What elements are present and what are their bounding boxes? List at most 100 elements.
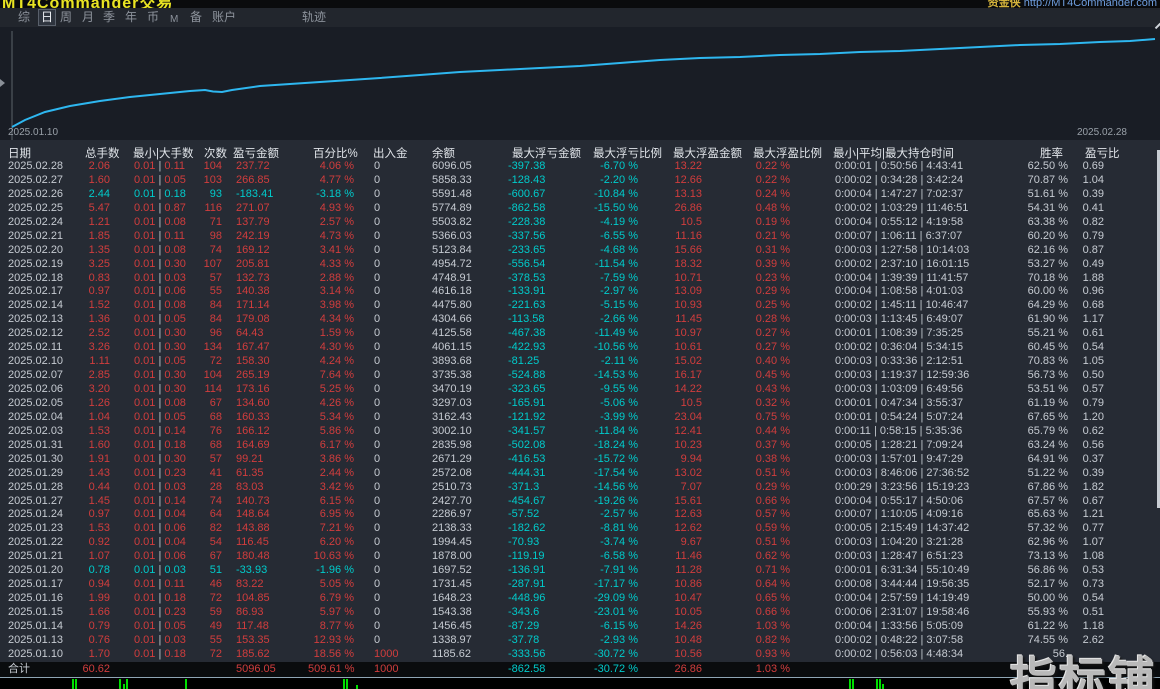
cell: 55.93 % xyxy=(1027,606,1068,618)
cell: 4.26 % xyxy=(319,396,354,409)
cell: 7.64 % xyxy=(319,369,354,382)
menu-item-4[interactable]: 月 xyxy=(82,10,94,25)
cell: 57 xyxy=(209,452,222,465)
cell: 0 xyxy=(374,438,381,451)
cell: 0:00:03 | 1:28:47 | 6:51:23 xyxy=(835,550,964,563)
table-row-12[interactable]: 2025.02.13 1.36 0.01 | 0.05 84 179.08 4.34 % 0… xyxy=(0,313,1160,327)
cell: 70.83 % xyxy=(1027,355,1068,368)
table-row-34[interactable]: 2025.01.14 0.79 0.01 | 0.05 49 117.48 8.77 % 0… xyxy=(0,620,1160,634)
cell: 合计 xyxy=(8,662,30,675)
table-row-4[interactable]: 2025.02.25 5.47 0.01 | 0.87 116 271.07 4.93 %… xyxy=(0,202,1160,216)
cell: 0.01 | 0.03 xyxy=(134,564,186,577)
table-row-9[interactable]: 2025.02.18 0.83 0.01 | 0.03 57 132.73 2.88 % 0… xyxy=(0,272,1160,286)
menu-item-6[interactable]: 年 xyxy=(125,10,137,25)
table-row-3[interactable]: 2025.02.26 2.44 0.01 | 0.18 93 -183.41 -3.18 … xyxy=(0,188,1160,202)
total-row[interactable]: 合计 60.62 5096.05 509.61 % 1000 -862.58 -30.72 … xyxy=(0,661,1160,677)
cell: 0.62 % xyxy=(755,550,790,563)
table-row-7[interactable]: 2025.02.20 1.35 0.01 | 0.08 74 169.12 3.41 % 0… xyxy=(0,244,1160,258)
cell: 74 xyxy=(209,243,222,256)
cell: 173.16 xyxy=(236,383,270,395)
table-row-1[interactable]: 2025.02.28 2.06 0.01 | 0.11 104 237.72 4.06 %… xyxy=(0,160,1160,174)
cell: 11.16 xyxy=(675,229,702,242)
cell: -19.26 % xyxy=(593,494,638,507)
cell: 15.66 xyxy=(674,243,702,256)
table-row-25[interactable]: 2025.01.27 1.45 0.01 | 0.14 74 140.73 6.15 % 0… xyxy=(0,495,1160,509)
table-row-31[interactable]: 2025.01.17 0.94 0.01 | 0.11 46 83.22 5.05 % 0 1… xyxy=(0,578,1160,592)
table-row-24[interactable]: 2025.01.28 0.44 0.01 | 0.03 28 83.03 3.42 % 0 2… xyxy=(0,481,1160,495)
cell: 12.41 xyxy=(674,424,702,437)
table-row-21[interactable]: 2025.01.31 1.60 0.01 | 0.18 68 164.69 6.17 % 0… xyxy=(0,439,1160,453)
cell: 0.49 xyxy=(1082,257,1104,270)
table-row-5[interactable]: 2025.02.24 1.21 0.01 | 0.08 71 137.79 2.57 % 0… xyxy=(0,216,1160,230)
menu-item-2[interactable]: 日 xyxy=(38,9,57,26)
table-row-20[interactable]: 2025.02.03 1.53 0.01 | 0.14 76 166.12 5.86 % 0… xyxy=(0,425,1160,439)
cell: 0.82 % xyxy=(755,633,790,646)
table-row-35[interactable]: 2025.01.13 0.76 0.01 | 0.03 55 153.35 12.93 %… xyxy=(0,634,1160,648)
cell: 0.01 | 0.08 xyxy=(134,243,186,256)
cell: 0 xyxy=(374,243,381,256)
cell: -337.56 xyxy=(508,229,546,242)
cell: 0.37 xyxy=(1082,452,1104,465)
cell: 0:00:07 | 1:06:11 | 6:37:07 xyxy=(835,229,963,242)
table-row-23[interactable]: 2025.01.29 1.43 0.01 | 0.23 41 61.35 2.44 % 0 2… xyxy=(0,467,1160,481)
cell: 55 xyxy=(209,285,222,298)
table-row-27[interactable]: 2025.01.23 1.53 0.01 | 0.06 82 143.88 7.21 % 0… xyxy=(0,522,1160,536)
table-row-16[interactable]: 2025.02.07 2.85 0.01 | 0.30 104 265.19 7.64 %… xyxy=(0,369,1160,383)
cell: 104 xyxy=(203,369,222,382)
table-row-22[interactable]: 2025.01.30 1.91 0.01 | 0.30 57 99.21 3.86 % 0 2… xyxy=(0,453,1160,467)
table-row-18[interactable]: 2025.02.05 1.26 0.01 | 0.08 67 134.60 4.26 % 0… xyxy=(0,397,1160,411)
cell: 0:00:03 | 1:03:09 | 6:49:56 xyxy=(835,383,964,395)
table-row-29[interactable]: 2025.01.21 1.07 0.01 | 0.06 67 180.48 10.63 %… xyxy=(0,550,1160,564)
cell: 104.85 xyxy=(236,592,270,605)
cell: 68 xyxy=(209,438,222,451)
cell: 0.01 | 0.30 xyxy=(134,341,186,354)
cell: -14.53 % xyxy=(593,369,638,382)
table-row-8[interactable]: 2025.02.19 3.25 0.01 | 0.30 107 205.81 4.33 %… xyxy=(0,258,1160,272)
table-row-33[interactable]: 2025.01.15 1.66 0.01 | 0.23 59 86.93 5.97 % 0 1… xyxy=(0,606,1160,620)
table-row-11[interactable]: 2025.02.14 1.52 0.01 | 0.08 84 171.14 3.98 % 0… xyxy=(0,299,1160,313)
cell: 6.79 % xyxy=(319,592,354,605)
menu-item-8[interactable]: M xyxy=(170,12,178,27)
cell: -113.58 xyxy=(508,313,545,326)
menu-item-11[interactable]: 轨迹 xyxy=(302,10,326,25)
cell: 1731.45 xyxy=(432,578,472,591)
table-row-26[interactable]: 2025.01.24 0.97 0.01 | 0.04 64 148.64 6.95 % 0… xyxy=(0,508,1160,522)
cell: 10.05 xyxy=(674,606,702,618)
cell: 0.01 | 0.08 xyxy=(134,396,186,409)
table-row-17[interactable]: 2025.02.06 3.20 0.01 | 0.30 114 173.16 5.25 %… xyxy=(0,383,1160,397)
column-header-15: 盈亏比 xyxy=(1085,148,1120,160)
menu-item-3[interactable]: 周 xyxy=(60,10,72,25)
table-row-30[interactable]: 2025.01.20 0.78 0.01 | 0.03 51 -33.93 -1.96 %… xyxy=(0,564,1160,578)
table-row-13[interactable]: 2025.02.12 2.52 0.01 | 0.30 96 64.43 1.59 % 0 4… xyxy=(0,327,1160,341)
table-row-6[interactable]: 2025.02.21 1.85 0.01 | 0.11 98 242.19 4.73 % 0… xyxy=(0,230,1160,244)
menu-item-5[interactable]: 季 xyxy=(103,10,115,25)
scroll-left-arrow[interactable] xyxy=(0,79,5,87)
cell: 51.61 % xyxy=(1027,187,1068,200)
cell: 0.01 | 0.11 xyxy=(134,229,185,242)
menu-item-10[interactable]: 账户 xyxy=(212,10,236,25)
table-row-28[interactable]: 2025.01.22 0.92 0.01 | 0.04 54 116.45 6.20 % 0… xyxy=(0,536,1160,550)
table-row-14[interactable]: 2025.02.11 3.26 0.01 | 0.30 134 167.47 4.30 %… xyxy=(0,341,1160,355)
cell: -30.72 % xyxy=(593,662,638,675)
site-link[interactable]: http://MT4Commander.com xyxy=(1024,0,1157,8)
cell: 0.57 xyxy=(1082,383,1104,395)
cell: 2427.70 xyxy=(432,494,472,507)
cell: 0:00:02 | 0:56:03 | 4:48:34 xyxy=(835,647,964,660)
menu-item-7[interactable]: 币 xyxy=(147,10,159,25)
menu-item-9[interactable]: 备 xyxy=(190,10,202,25)
table-row-19[interactable]: 2025.02.04 1.04 0.01 | 0.05 68 160.33 5.34 % 0… xyxy=(0,411,1160,425)
cell: 1.53 xyxy=(88,424,110,437)
cell: 0.37 % xyxy=(755,438,790,451)
table-row-36[interactable]: 2025.01.10 1.70 0.01 | 0.18 72 185.62 18.56 %… xyxy=(0,648,1160,662)
cell: 143.88 xyxy=(236,522,270,535)
cell: 0.01 | 0.30 xyxy=(134,383,186,395)
cell: 60.20 % xyxy=(1027,229,1068,242)
cell: -228.38 xyxy=(508,215,546,228)
cell: -4.68 % xyxy=(600,243,638,256)
table-row-10[interactable]: 2025.02.17 0.97 0.01 | 0.06 55 140.38 3.14 % 0… xyxy=(0,285,1160,299)
table-row-32[interactable]: 2025.01.16 1.99 0.01 | 0.18 72 104.85 6.79 % 0… xyxy=(0,592,1160,606)
cell: 0:00:04 | 2:57:59 | 14:19:49 xyxy=(835,592,970,605)
table-row-2[interactable]: 2025.02.27 1.60 0.01 | 0.05 103 266.85 4.77 %… xyxy=(0,174,1160,188)
menu-item-1[interactable]: 综 xyxy=(18,10,30,25)
table-row-15[interactable]: 2025.02.10 1.11 0.01 | 0.05 72 158.30 4.24 % 0… xyxy=(0,355,1160,369)
